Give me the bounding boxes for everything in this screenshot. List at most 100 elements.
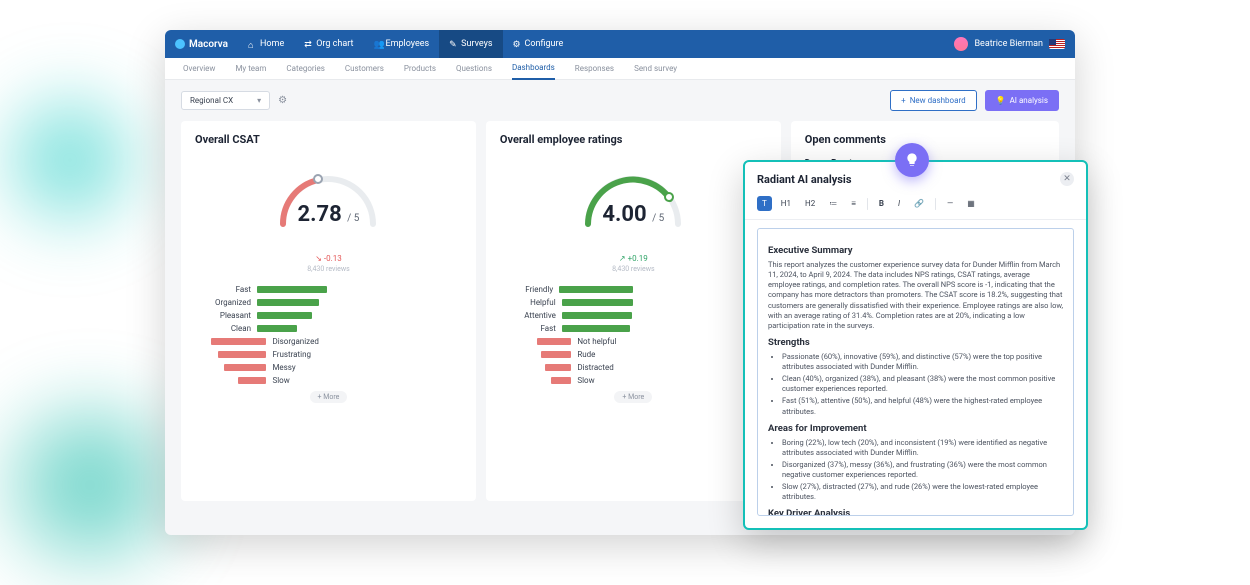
ai-analysis-button[interactable]: 💡 AI analysis xyxy=(985,90,1059,111)
format-italic-button[interactable]: I xyxy=(893,196,905,211)
gear-icon[interactable]: ⚙ xyxy=(278,95,287,106)
tab-responses[interactable]: Responses xyxy=(575,58,614,79)
home-icon: ⌂ xyxy=(248,40,257,49)
attr-bar-positive xyxy=(257,286,327,293)
tab-dashboards[interactable]: Dashboards xyxy=(512,57,555,80)
ai-improve-list: Boring (22%), low tech (20%), and incons… xyxy=(768,438,1063,503)
format-h1-button[interactable]: H1 xyxy=(776,196,796,211)
attr-bar-positive xyxy=(562,312,632,319)
attr-bar-negative xyxy=(238,377,266,384)
ai-strengths-list: Passionate (60%), innovative (59%), and … xyxy=(768,352,1063,417)
attr-label: Attentive xyxy=(500,311,556,320)
user-name: Beatrice Bierman xyxy=(974,39,1043,49)
format-numbers-button[interactable]: ≡ xyxy=(846,196,861,211)
emp-score: 4.00 xyxy=(602,202,646,227)
attr-bar-positive xyxy=(257,325,297,332)
format-text-button[interactable]: T xyxy=(757,196,772,211)
org chart-icon: ⇄ xyxy=(304,40,313,49)
emp-attributes: FriendlyHelpfulAttentiveFastNot helpfulR… xyxy=(500,285,767,385)
nav-home[interactable]: ⌂Home xyxy=(238,30,294,58)
tab-categories[interactable]: Categories xyxy=(286,58,325,79)
card-employee-title: Overall employee ratings xyxy=(500,133,767,146)
ai-bubble-icon[interactable] xyxy=(895,143,929,177)
attr-bar-positive xyxy=(559,286,633,293)
list-item: Boring (22%), low tech (20%), and incons… xyxy=(782,438,1063,458)
chevron-down-icon: ▾ xyxy=(257,96,261,105)
new-dashboard-button[interactable]: + New dashboard xyxy=(890,90,976,111)
attr-bar-positive xyxy=(562,299,634,306)
close-icon[interactable]: ✕ xyxy=(1060,172,1074,186)
ai-analysis-label: AI analysis xyxy=(1010,96,1048,105)
attr-bar-negative xyxy=(224,364,266,371)
ai-h-improve: Areas for Improvement xyxy=(768,423,1063,434)
nav-configure[interactable]: ⚙Configure xyxy=(503,30,574,58)
locale-flag-us xyxy=(1049,39,1065,49)
brand: Macorva xyxy=(175,39,228,50)
attr-bar-negative xyxy=(551,377,571,384)
nav-org-chart[interactable]: ⇄Org chart xyxy=(294,30,363,58)
attr-label: Organized xyxy=(195,298,251,307)
csat-outof: / 5 xyxy=(347,213,359,224)
attr-label: Messy xyxy=(272,363,328,372)
format-h2-button[interactable]: H2 xyxy=(800,196,820,211)
brand-icon xyxy=(175,39,185,49)
format-table-button[interactable]: ▦ xyxy=(962,196,980,211)
dashboard-selector[interactable]: Regional CX ▾ xyxy=(181,91,270,110)
csat-score: 2.78 xyxy=(297,202,341,227)
list-item: Disorganized (37%), messy (36%), and fru… xyxy=(782,460,1063,480)
plus-icon: + xyxy=(901,96,906,105)
ai-h-strengths: Strengths xyxy=(768,337,1063,348)
attr-bar-positive xyxy=(257,299,319,306)
employees-icon: 👥 xyxy=(373,40,382,49)
list-item: Slow (27%), distracted (27%), and rude (… xyxy=(782,482,1063,502)
ai-title: Radiant AI analysis xyxy=(757,173,852,186)
toolbar-separator xyxy=(867,198,868,210)
attr-bar-positive xyxy=(562,325,630,332)
emp-more-button[interactable]: + More xyxy=(614,391,652,403)
attr-bar-negative xyxy=(537,338,571,345)
attr-label: Slow xyxy=(577,376,633,385)
csat-attributes: FastOrganizedPleasantCleanDisorganizedFr… xyxy=(195,285,462,385)
csat-gauge: 2.78 / 5 ↘ -0.13 8,430 reviews xyxy=(195,158,462,273)
format-hr-button[interactable]: — xyxy=(942,196,958,211)
list-item: Clean (40%), organized (38%), and pleasa… xyxy=(782,374,1063,394)
tab-products[interactable]: Products xyxy=(404,58,436,79)
tab-send-survey[interactable]: Send survey xyxy=(634,58,677,79)
toolbar: Regional CX ▾ ⚙ + New dashboard 💡 AI ana… xyxy=(165,80,1075,121)
avatar xyxy=(954,37,968,51)
brand-label: Macorva xyxy=(189,39,228,50)
subtabs: Overview My team Categories Customers Produc… xyxy=(165,58,1075,80)
attr-bar-negative xyxy=(541,351,571,358)
csat-more-button[interactable]: + More xyxy=(310,391,348,403)
nav-employees[interactable]: 👥Employees xyxy=(363,30,439,58)
format-bullets-button[interactable]: ≔ xyxy=(824,196,842,211)
attr-label: Friendly xyxy=(500,285,553,294)
ai-h-key: Key Driver Analysis xyxy=(768,508,1063,516)
tab-questions[interactable]: Questions xyxy=(456,58,492,79)
attr-label: Frustrating xyxy=(272,350,328,359)
tab-my-team[interactable]: My team xyxy=(235,58,266,79)
emp-gauge: 4.00 / 5 ↗ +0.19 8,430 reviews xyxy=(500,158,767,273)
tab-customers[interactable]: Customers xyxy=(345,58,384,79)
format-bold-button[interactable]: B xyxy=(874,196,889,211)
list-item: Passionate (60%), innovative (59%), and … xyxy=(782,352,1063,372)
ai-toolbar: T H1 H2 ≔ ≡ B I 🔗 — ▦ xyxy=(745,192,1086,220)
card-csat-title: Overall CSAT xyxy=(195,133,462,146)
attr-label: Disorganized xyxy=(272,337,328,346)
attr-label: Helpful xyxy=(500,298,556,307)
surveys-icon: ✎ xyxy=(449,40,458,49)
configure-icon: ⚙ xyxy=(513,40,522,49)
attr-bar-negative xyxy=(218,351,266,358)
attr-label: Fast xyxy=(195,285,251,294)
user-menu[interactable]: Beatrice Bierman xyxy=(954,37,1065,51)
format-link-button[interactable]: 🔗 xyxy=(909,196,929,211)
ai-panel: Radiant AI analysis ✕ T H1 H2 ≔ ≡ B I 🔗 … xyxy=(743,160,1088,530)
tab-overview[interactable]: Overview xyxy=(183,58,215,79)
ai-body[interactable]: Executive Summary This report analyzes t… xyxy=(757,228,1074,516)
attr-bar-negative xyxy=(211,338,266,345)
attr-label: Distracted xyxy=(577,363,633,372)
nav-surveys[interactable]: ✎Surveys xyxy=(439,30,502,58)
attr-label: Not helpful xyxy=(577,337,633,346)
ai-h-exec: Executive Summary xyxy=(768,245,1063,256)
attr-label: Clean xyxy=(195,324,251,333)
